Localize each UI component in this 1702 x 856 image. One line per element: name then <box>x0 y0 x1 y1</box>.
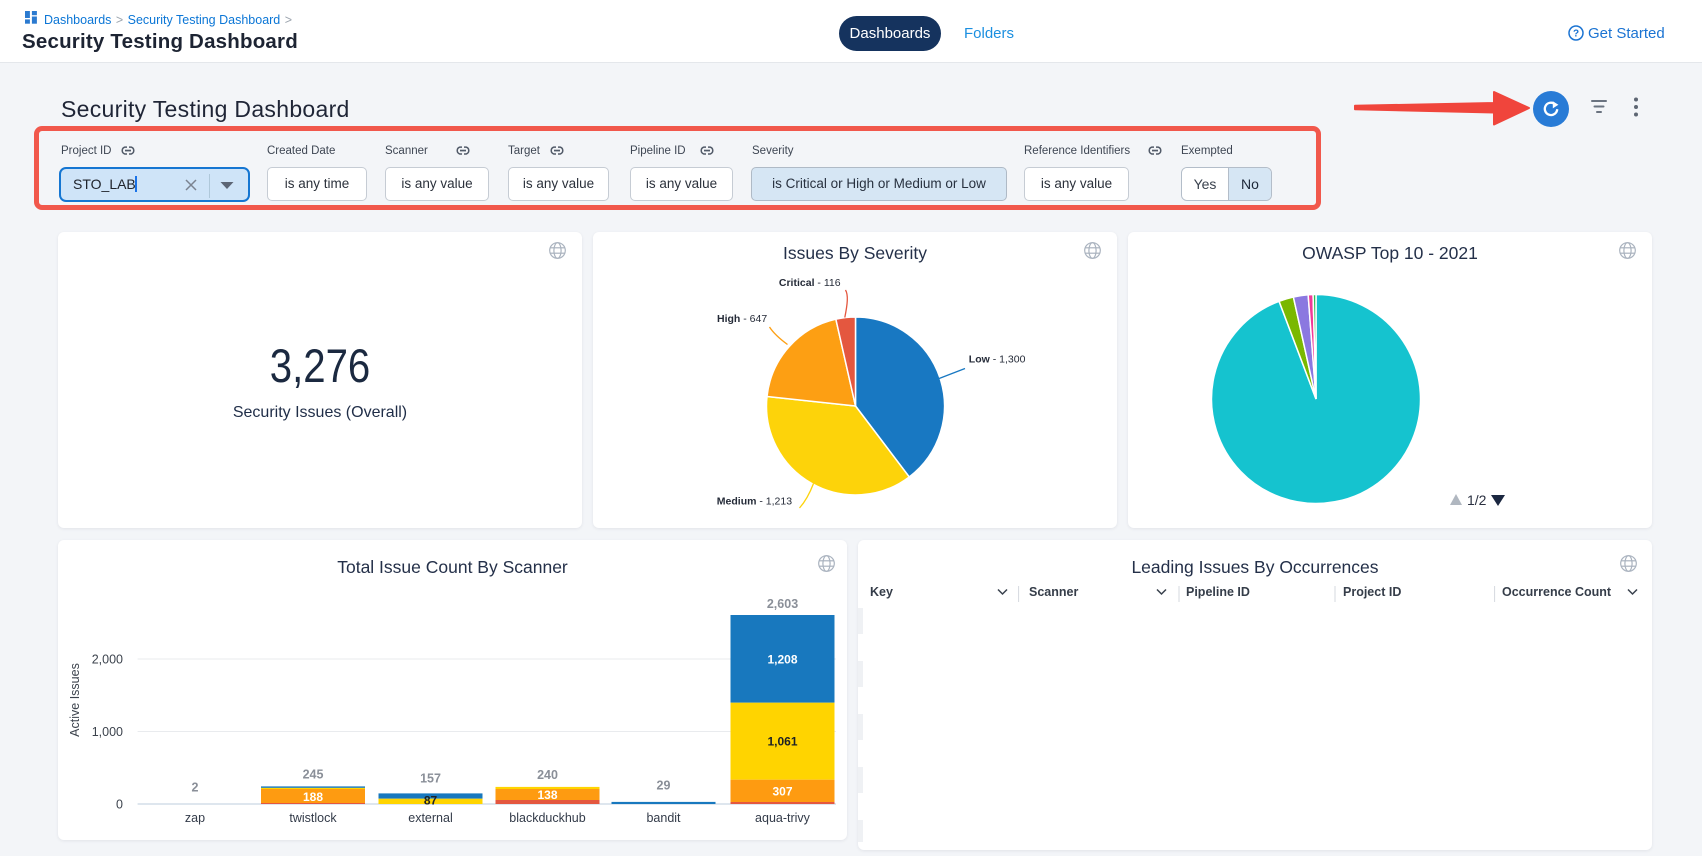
svg-text:1/2: 1/2 <box>1467 492 1487 508</box>
svg-text:29: 29 <box>657 779 671 793</box>
svg-text:aqua-trivy: aqua-trivy <box>755 811 811 825</box>
svg-text:307: 307 <box>772 784 792 798</box>
svg-text:138: 138 <box>537 788 557 802</box>
svg-text:bandit: bandit <box>646 811 681 825</box>
svg-text:0: 0 <box>116 798 123 812</box>
svg-text:Medium - 1,213: Medium - 1,213 <box>717 496 792 508</box>
svg-text:Active Issues: Active Issues <box>68 663 82 737</box>
svg-text:2,000: 2,000 <box>92 653 123 667</box>
svg-text:240: 240 <box>537 768 558 782</box>
svg-text:Pipeline ID: Pipeline ID <box>1186 585 1250 599</box>
svg-text:Low - 1,300: Low - 1,300 <box>969 354 1026 366</box>
svg-text:188: 188 <box>303 790 323 804</box>
svg-text:245: 245 <box>303 768 324 782</box>
svg-text:Occurrence Count: Occurrence Count <box>1502 585 1612 599</box>
svg-text:87: 87 <box>424 794 438 808</box>
svg-text:Scanner: Scanner <box>1029 585 1078 599</box>
svg-text:1,208: 1,208 <box>767 652 797 666</box>
svg-text:zap: zap <box>185 811 205 825</box>
svg-text:twistlock: twistlock <box>289 811 337 825</box>
svg-text:157: 157 <box>420 772 441 786</box>
svg-text:2: 2 <box>192 781 199 795</box>
svg-text:Critical - 116: Critical - 116 <box>779 277 841 289</box>
svg-text:?: ? <box>1573 29 1579 40</box>
svg-text:1,061: 1,061 <box>767 734 797 748</box>
svg-text:High - 647: High - 647 <box>717 313 767 325</box>
svg-text:Project ID: Project ID <box>1343 585 1401 599</box>
svg-text:1,000: 1,000 <box>92 725 123 739</box>
svg-text:blackduckhub: blackduckhub <box>509 811 585 825</box>
svg-text:external: external <box>408 811 452 825</box>
svg-text:Key: Key <box>870 585 893 599</box>
svg-text:2,603: 2,603 <box>767 597 798 611</box>
